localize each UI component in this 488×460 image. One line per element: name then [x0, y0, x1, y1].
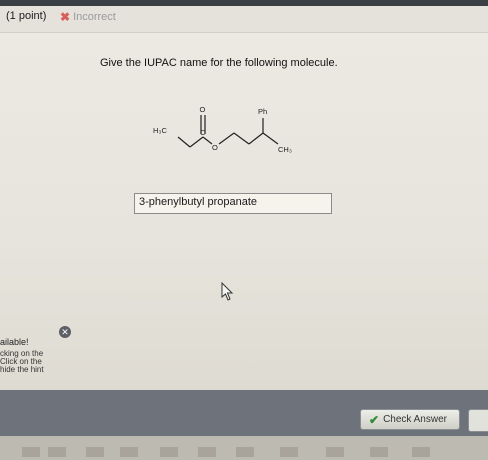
mouse-cursor-icon — [221, 282, 234, 301]
checkmark-icon: ✔ — [369, 412, 380, 427]
carbonyl-oxygen-label: O — [200, 105, 206, 114]
molecule-structure: H₃C O C O Ph CH₃ — [153, 105, 292, 154]
check-answer-button[interactable]: ✔ Check Answer — [360, 409, 460, 430]
hint-body: cking on the Click on the hide the hint — [0, 350, 58, 374]
ester-oxygen-label: O — [212, 143, 218, 152]
answer-input[interactable]: 3-phenylbutyl propanate — [134, 193, 332, 214]
thumbnail — [160, 447, 178, 457]
thumbnail — [236, 447, 254, 457]
thumbnail — [48, 447, 66, 457]
thumbnail — [22, 447, 40, 457]
thumbnail — [412, 447, 430, 457]
hint-line: hide the hint — [0, 365, 44, 374]
hint-close-icon[interactable]: ✕ — [59, 326, 71, 338]
hint-title: ailable! — [0, 337, 29, 347]
phenyl-label: Ph — [258, 107, 267, 116]
points-label: (1 point) — [6, 10, 47, 22]
side-button[interactable] — [468, 409, 488, 432]
thumbnail — [280, 447, 298, 457]
status-badge: ✖ Incorrect — [60, 10, 116, 24]
h3c-label: H₃C — [153, 126, 167, 135]
thumbnail — [326, 447, 344, 457]
thumbnail — [370, 447, 388, 457]
methyl-label: CH₃ — [278, 145, 292, 154]
thumbnail — [198, 447, 216, 457]
question-text: Give the IUPAC name for the following mo… — [100, 57, 338, 69]
check-answer-label: Check Answer — [383, 414, 447, 425]
x-icon: ✖ — [60, 10, 71, 24]
thumbnail — [120, 447, 138, 457]
carbon-label: C — [200, 128, 206, 137]
status-label: Incorrect — [73, 11, 116, 23]
thumbnail — [86, 447, 104, 457]
